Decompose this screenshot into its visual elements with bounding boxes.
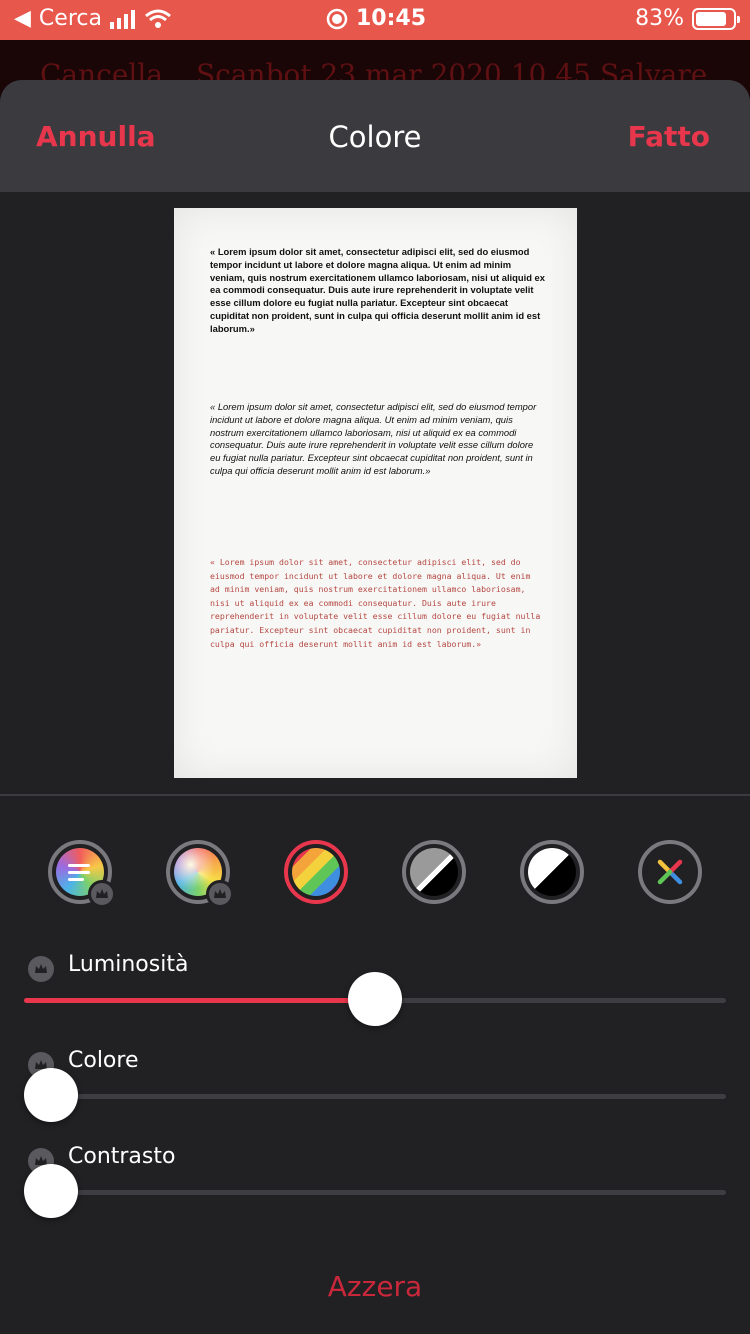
filter-black-white[interactable] bbox=[520, 840, 584, 904]
filter-color-document[interactable] bbox=[48, 840, 116, 908]
back-arrow-icon: ◀ bbox=[14, 6, 31, 31]
signal-icon bbox=[109, 9, 135, 29]
contrast-label: Contrasto bbox=[68, 1144, 176, 1169]
premium-crown-icon bbox=[206, 880, 234, 908]
divider bbox=[0, 794, 750, 796]
document-paragraph-bold: « Lorem ipsum dolor sit amet, consectetu… bbox=[210, 246, 545, 334]
premium-crown-icon bbox=[88, 880, 116, 908]
reset-button[interactable]: Azzera bbox=[0, 1270, 750, 1303]
filter-grayscale[interactable] bbox=[402, 840, 466, 904]
black-white-filter-icon bbox=[528, 848, 576, 896]
document-paragraph-italic: « Lorem ipsum dolor sit amet, consectetu… bbox=[210, 401, 537, 476]
rainbow-filter-icon bbox=[292, 848, 340, 896]
grayscale-filter-icon bbox=[410, 848, 458, 896]
battery-percent: 83% bbox=[635, 6, 684, 31]
filter-color-gradient[interactable] bbox=[166, 840, 234, 908]
status-bar: ◀ Cerca 10:45 83% bbox=[0, 0, 750, 40]
document-preview: « Lorem ipsum dolor sit amet, consectetu… bbox=[174, 208, 577, 778]
color-label: Colore bbox=[68, 1048, 139, 1073]
brightness-slider-row: Luminosità bbox=[24, 952, 726, 1032]
brightness-slider-thumb[interactable] bbox=[348, 972, 402, 1026]
color-slider-thumb[interactable] bbox=[24, 1068, 78, 1122]
contrast-track[interactable] bbox=[24, 1190, 726, 1195]
color-sheet: Annulla Colore Fatto « Lorem ipsum dolor… bbox=[0, 80, 750, 1334]
sheet-header: Annulla Colore Fatto bbox=[0, 80, 750, 192]
brightness-track-fill bbox=[24, 998, 375, 1003]
filter-rainbow[interactable] bbox=[284, 840, 348, 904]
color-track[interactable] bbox=[24, 1094, 726, 1099]
contrast-slider-row: Contrasto bbox=[24, 1144, 726, 1224]
back-label: Cerca bbox=[38, 6, 102, 31]
contrast-slider-thumb[interactable] bbox=[24, 1164, 78, 1218]
recording-icon bbox=[326, 8, 348, 29]
brightness-label: Luminosità bbox=[68, 952, 189, 977]
filter-list bbox=[0, 840, 750, 910]
premium-crown-icon bbox=[28, 956, 54, 982]
document-paragraph-colored: « Lorem ipsum dolor sit amet, consectetu… bbox=[210, 557, 541, 649]
color-slider-row: Colore bbox=[24, 1048, 726, 1128]
filter-none[interactable] bbox=[638, 840, 702, 904]
wifi-icon bbox=[145, 9, 171, 28]
battery-level bbox=[696, 11, 726, 26]
done-button[interactable]: Fatto bbox=[628, 120, 710, 153]
clock: 10:45 bbox=[356, 6, 427, 31]
battery-icon bbox=[692, 7, 740, 30]
no-filter-icon bbox=[646, 848, 694, 896]
back-to-search[interactable]: ◀ Cerca bbox=[14, 6, 172, 31]
